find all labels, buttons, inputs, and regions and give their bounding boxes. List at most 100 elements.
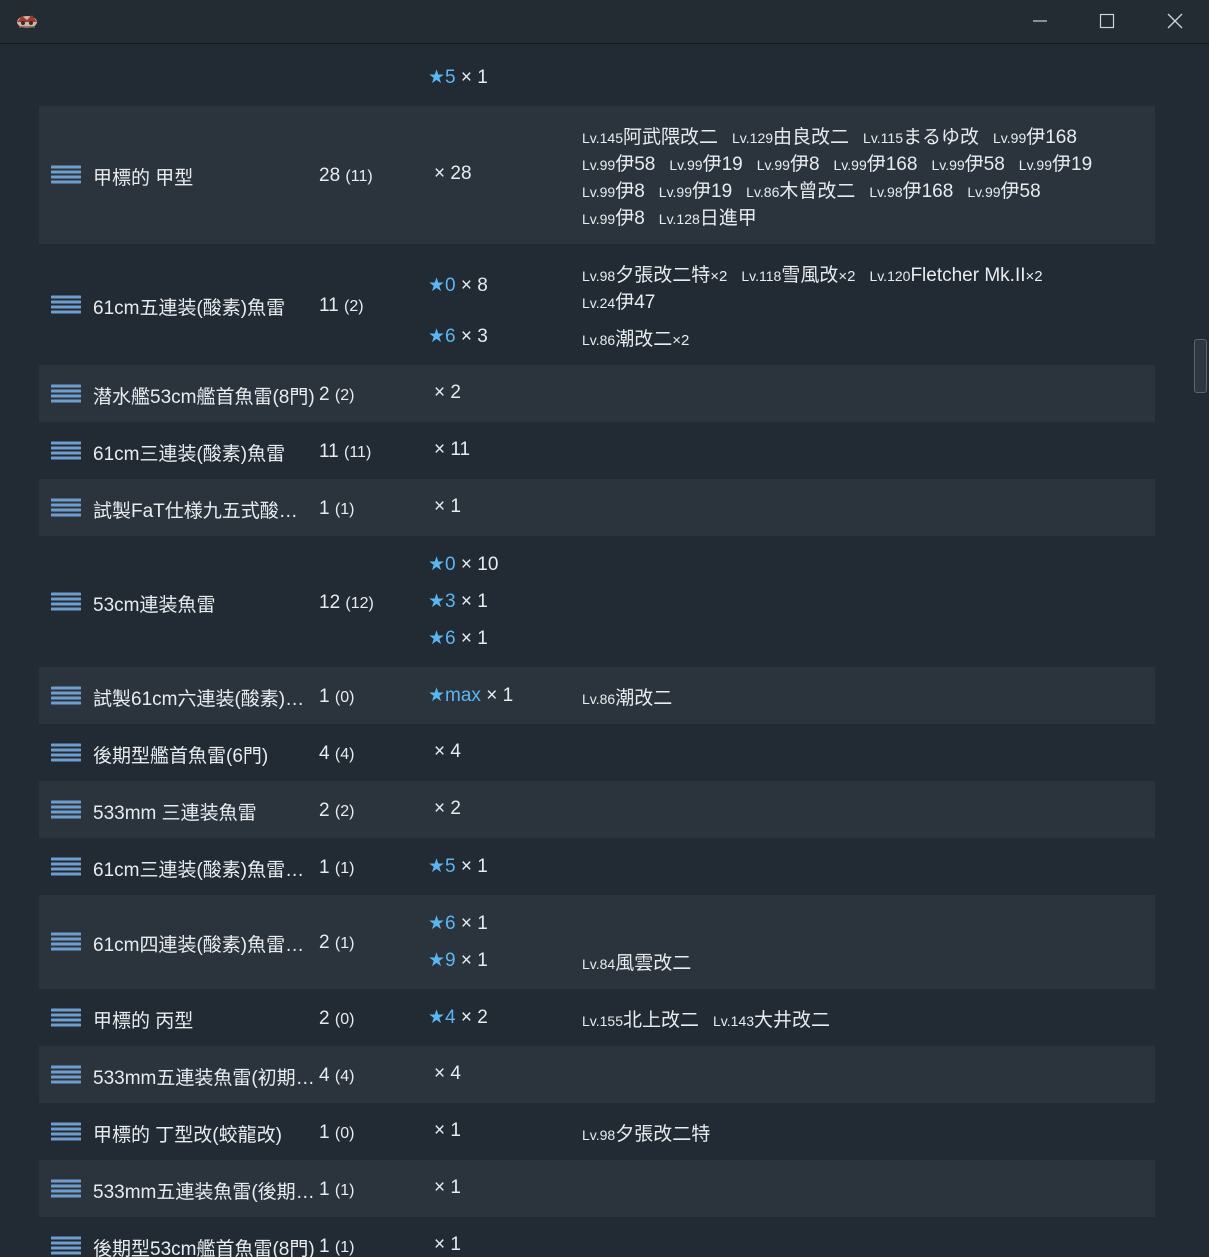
free-count: (12) [345, 594, 374, 612]
torpedo-icon [51, 1236, 81, 1254]
ship-entry[interactable]: Lv.99伊168 [993, 127, 1077, 148]
star-level: ★0 [428, 275, 456, 296]
ship-entry[interactable]: Lv.99伊58 [931, 154, 1004, 175]
ship-entry[interactable]: Lv.99伊19 [1019, 154, 1092, 175]
ship-level: Lv.86 [582, 691, 616, 707]
ship-level: Lv.99 [658, 184, 693, 200]
close-button[interactable] [1145, 0, 1205, 43]
free-count: (4) [334, 745, 355, 763]
total-count: 4 [319, 742, 330, 764]
improvement-qty: × 1 [434, 1234, 461, 1255]
equipment-row[interactable]: ★5 × 1 [39, 44, 1155, 106]
equipment-row[interactable]: 試製FaT仕様九五式酸素魚雷改1 (1) × 1 [39, 479, 1155, 536]
free-count: (2) [344, 297, 364, 315]
ship-entry[interactable]: Lv.115まるゆ改 [863, 127, 979, 148]
improvement-entry: ★6 × 1 [428, 627, 488, 650]
equipment-row[interactable]: 533mm五連装魚雷(後期型) 1 (1) × 1 [39, 1160, 1155, 1217]
equipment-row[interactable]: 533mm 三連装魚雷 2 (2) × 2 [39, 781, 1155, 838]
equipment-row[interactable]: 甲標的 甲型 28 (11) × 28 Lv.145阿武隈改二 Lv.129由良改二 Lv… [39, 106, 1155, 244]
equipment-row[interactable]: 試製61cm六連装(酸素)魚雷 1 (0) ★max × 1 Lv.86潮改二 [39, 667, 1155, 724]
ship-line: Lv.155北上改二 Lv.143大井改二 [582, 1005, 844, 1032]
improvement-qty: × 8 [455, 275, 488, 296]
equipment-count: 1 (1) [319, 857, 354, 879]
improvement-entry: ★6 × 3 [428, 325, 488, 348]
ship-entry[interactable]: Lv.118雪風改×2 [741, 265, 855, 286]
equipment-row[interactable]: 61cm三連装(酸素)魚雷後期型1 (1) ★5 × 1 [39, 838, 1155, 895]
total-count: 1 [319, 1121, 330, 1143]
equipment-row[interactable]: 61cm四連装(酸素)魚雷後期型2 (1)★6 × 1★9 × 1Lv.84風雲… [39, 895, 1155, 989]
improvement-qty: × 4 [434, 1063, 461, 1084]
ship-entry[interactable]: Lv.99伊58 [967, 181, 1040, 202]
ship-entry[interactable]: Lv.99伊19 [669, 154, 742, 175]
ship-entry[interactable]: Lv.143大井改二 [713, 1010, 830, 1031]
equipment-row[interactable]: 甲標的 丁型改(蛟龍改) 1 (0) × 1 Lv.98夕張改二特 [39, 1103, 1155, 1160]
ship-entry[interactable]: Lv.24伊47 [582, 292, 655, 313]
equipment-row[interactable]: 61cm三連装(酸素)魚雷 11 (11) × 11 [39, 422, 1155, 479]
ship-entry[interactable]: Lv.84風雲改二 [582, 953, 691, 974]
ship-entry[interactable]: Lv.155北上改二 [582, 1010, 699, 1031]
total-count: 1 [319, 1235, 330, 1257]
ship-entry[interactable]: Lv.86潮改二×2 [582, 329, 689, 350]
equipment-count: 2 (2) [319, 384, 354, 406]
ship-name: 伊168 [902, 181, 954, 202]
ship-entry[interactable]: Lv.128日進甲 [659, 208, 757, 229]
ship-entry[interactable]: Lv.99伊168 [834, 154, 918, 175]
maximize-button[interactable] [1077, 0, 1137, 43]
improvement-entry: × 4 [434, 1063, 461, 1085]
improvement-qty: × 1 [455, 591, 488, 612]
ship-level: Lv.120 [869, 268, 911, 284]
improvement-entry: ★3 × 1 [428, 590, 488, 613]
ship-entry[interactable]: Lv.99伊8 [582, 181, 645, 202]
ship-entry[interactable]: Lv.99伊19 [659, 181, 732, 202]
ship-level: Lv.99 [669, 157, 703, 173]
ship-name: 夕張改二特 [615, 1124, 711, 1145]
ship-entry[interactable]: Lv.86潮改二 [582, 688, 672, 709]
improvement-qty: × 2 [455, 1007, 488, 1028]
ship-level: Lv.24 [582, 295, 616, 311]
minimize-button[interactable] [1010, 0, 1070, 43]
improvement-qty: × 10 [455, 554, 499, 575]
ship-entry[interactable]: Lv.99伊8 [582, 208, 645, 229]
total-count: 1 [319, 856, 330, 878]
equipment-row[interactable]: 61cm五連装(酸素)魚雷 11 (2) ★0 × 8 ★6 × 3 Lv.98夕張改二… [39, 244, 1155, 365]
ship-entry[interactable]: Lv.129由良改二 [732, 127, 849, 148]
ship-name: 夕張改二特 [615, 265, 711, 286]
app-icon[interactable] [14, 10, 40, 32]
ship-line: Lv.99伊8 Lv.128日進甲 [582, 203, 771, 230]
improvement-qty: × 1 [455, 913, 488, 934]
scrollbar-thumb[interactable] [1194, 339, 1207, 393]
improvement-entry: × 4 [434, 741, 461, 763]
torpedo-icon [51, 1122, 81, 1140]
total-count: 11 [319, 294, 339, 316]
torpedo-icon [51, 498, 81, 516]
improvement-entry: × 1 [434, 1234, 461, 1256]
equipment-row[interactable]: 潜水艦53cm艦首魚雷(8門) 2 (2) × 2 [39, 365, 1155, 422]
ship-line: Lv.98夕張改二特×2 Lv.118雪風改×2 Lv.120Fletcher Mk… [582, 260, 1057, 287]
ship-level: Lv.98 [582, 268, 616, 284]
equipment-row[interactable]: 後期型53cm艦首魚雷(8門) 1 (1) × 1 [39, 1217, 1155, 1257]
ship-entry[interactable]: Lv.98夕張改二特 [582, 1124, 710, 1145]
ship-line: Lv.84風雲改二 [582, 948, 705, 975]
ship-entry[interactable]: Lv.99伊8 [757, 154, 820, 175]
torpedo-icon [51, 800, 81, 818]
torpedo-icon [51, 295, 81, 313]
equipment-row[interactable]: 53cm連装魚雷 12 (12) ★0 × 10 ★3 × 1 ★6 × 1 [39, 536, 1155, 667]
equipment-row[interactable]: 後期型艦首魚雷(6門) 4 (4) × 4 [39, 724, 1155, 781]
equipment-row[interactable]: 甲標的 丙型 2 (0) ★4 × 2 Lv.155北上改二 Lv.143大井改二 [39, 989, 1155, 1046]
equipment-list[interactable]: ★5 × 1 甲標的 甲型 28 (11) × 28 Lv.145阿武隈改二 Lv.129… [0, 44, 1209, 1257]
ship-entry[interactable]: Lv.98伊168 [869, 181, 953, 202]
ship-name: 雪風改 [781, 265, 839, 286]
ship-entry[interactable]: Lv.145阿武隈改二 [582, 127, 718, 148]
ship-entry[interactable]: Lv.99伊58 [582, 154, 655, 175]
ship-name: 大井改二 [754, 1010, 831, 1031]
ship-name: 由良改二 [773, 127, 850, 148]
equipment-row[interactable]: 533mm五連装魚雷(初期型) 4 (4) × 4 [39, 1046, 1155, 1103]
ship-entry[interactable]: Lv.120Fletcher Mk.II×2 [869, 265, 1042, 286]
ship-name: 伊58 [615, 154, 656, 175]
ship-entry[interactable]: Lv.98夕張改二特×2 [582, 265, 727, 286]
ship-name: 伊168 [866, 154, 918, 175]
free-count: (4) [334, 1067, 355, 1085]
improvement-entry: × 11 [434, 439, 470, 461]
ship-entry[interactable]: Lv.86木曾改二 [746, 181, 855, 202]
torpedo-icon [51, 932, 81, 951]
